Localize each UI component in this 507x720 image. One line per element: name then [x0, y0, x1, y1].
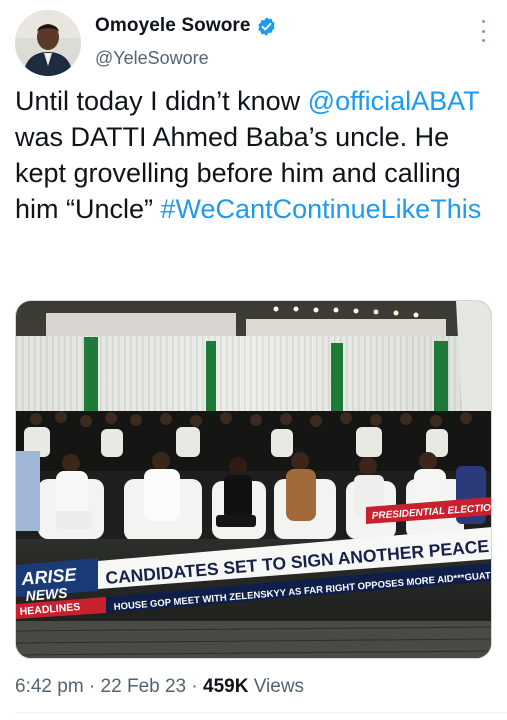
tweet-time[interactable]: 6:42 pm	[15, 676, 84, 697]
views-count[interactable]: 459K	[203, 676, 248, 697]
tweet-text: Until today I didn’t know @officialABAT …	[15, 83, 500, 227]
views-label[interactable]: Views	[254, 676, 304, 697]
more-options-icon[interactable]	[477, 20, 489, 42]
tweet-meta: 6:42 pm · 22 Feb 23 · 459K Views	[15, 676, 304, 698]
divider	[15, 712, 507, 713]
avatar[interactable]	[15, 10, 81, 76]
mention-link[interactable]: @officialABAT	[308, 86, 479, 116]
profile-photo-icon	[15, 10, 81, 76]
meta-separator: ·	[191, 676, 198, 697]
verified-badge-icon	[256, 16, 277, 37]
author-display-name[interactable]: Omoyele Sowore	[95, 15, 251, 37]
author-handle[interactable]: @YeleSowore	[95, 48, 209, 69]
hashtag-link[interactable]: #WeCantContinueLikeThis	[161, 194, 482, 224]
tv-broadcast-photo: PRESIDENTIAL ELECTION CANDIDATES SET TO …	[16, 301, 491, 658]
tweet-text-part: Until today I didn’t know	[15, 86, 308, 116]
tweet-date[interactable]: 22 Feb 23	[101, 676, 187, 697]
name-row: Omoyele Sowore	[95, 15, 277, 37]
tweet-container: Omoyele Sowore @YeleSowore Until today I…	[0, 0, 507, 720]
tweet-image[interactable]: PRESIDENTIAL ELECTION CANDIDATES SET TO …	[15, 300, 492, 659]
meta-separator: ·	[88, 676, 96, 697]
